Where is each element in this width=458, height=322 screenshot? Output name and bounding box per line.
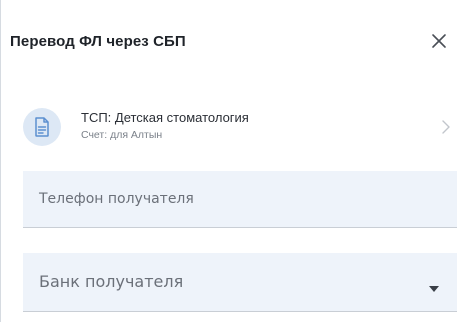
account-subtitle: Счет: для Алтын bbox=[81, 129, 163, 141]
caret-down-icon bbox=[429, 279, 439, 297]
phone-field[interactable]: Телефон получателя bbox=[23, 171, 457, 228]
panel-header: Перевод ФЛ через СБП bbox=[1, 0, 458, 80]
account-selector[interactable]: ТСП: Детская стоматология Счет: для Алты… bbox=[1, 98, 458, 156]
bank-select[interactable]: Банк получателя bbox=[23, 253, 457, 312]
transfer-panel: Перевод ФЛ через СБП ТСП: Детская стомат… bbox=[0, 0, 458, 322]
chevron-right-icon bbox=[441, 119, 451, 140]
account-title: ТСП: Детская стоматология bbox=[81, 110, 249, 125]
phone-placeholder: Телефон получателя bbox=[39, 191, 194, 207]
panel-title: Перевод ФЛ через СБП bbox=[10, 33, 186, 50]
document-icon bbox=[23, 108, 61, 146]
bank-placeholder: Банк получателя bbox=[39, 272, 184, 291]
close-icon[interactable] bbox=[428, 30, 450, 52]
